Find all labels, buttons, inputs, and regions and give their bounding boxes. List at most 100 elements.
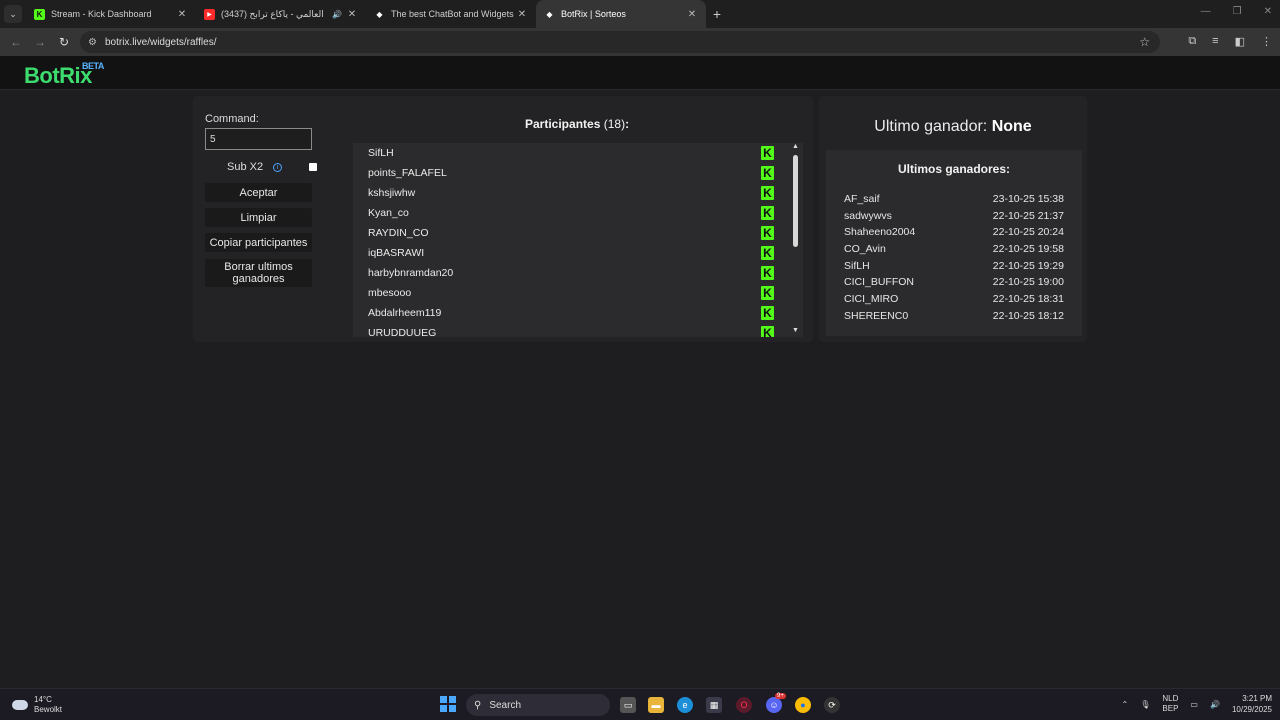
kick-icon: K	[761, 306, 774, 320]
volume-icon[interactable]: 🔊	[1210, 700, 1220, 709]
tab-botrix-home[interactable]: ◆ The best ChatBot and Widgets ✕	[366, 0, 536, 28]
url-bar[interactable]: ⚙ botrix.live/widgets/raffles/ ☆	[80, 31, 1160, 53]
last-winner: Ultimo ganador: None	[874, 118, 1032, 135]
botrix-icon: ◆	[376, 9, 383, 19]
winner-row: sadwywvs 22-10-25 21:37	[844, 210, 1064, 222]
recent-winners-box: Ultimos ganadores: AF_saif 23-10-25 15:38…	[826, 150, 1082, 336]
sub-x2-checkbox[interactable]	[309, 163, 317, 171]
close-tab-icon[interactable]: ✕	[346, 9, 358, 20]
kick-icon: K	[761, 286, 774, 300]
weather-widget[interactable]: 14°C Bewolkt	[12, 695, 62, 715]
participants-scrollbar[interactable]: ▲ ▼	[791, 143, 801, 337]
participants-title: Participantes (18):	[525, 117, 630, 131]
tab-kick-dashboard[interactable]: K Stream - Kick Dashboard ✕	[26, 0, 196, 28]
participants-list[interactable]: SifLH K points_FALAFEL K kshsjiwhw K Kyan_c…	[353, 143, 803, 337]
list-item: iqBASRAWI K	[353, 243, 803, 263]
winner-row: AF_saif 23-10-25 15:38	[844, 193, 1064, 205]
close-tab-icon[interactable]: ✕	[176, 9, 188, 20]
window-controls: — ❐ ✕	[1201, 6, 1272, 17]
raffle-panel: Command: Sub X2 i Aceptar Limpiar Copiar…	[193, 96, 813, 342]
discord-icon[interactable]: ☺	[766, 697, 782, 713]
kick-icon: K	[761, 146, 774, 160]
delete-winners-button[interactable]: Borrar ultimos ganadores	[205, 259, 312, 287]
kick-icon: K	[761, 326, 774, 337]
command-label: Command:	[205, 113, 259, 125]
winner-row: CO_Avin 22-10-25 19:58	[844, 243, 1064, 255]
edge-icon[interactable]: e	[677, 697, 693, 713]
list-item: Abdalrheem119 K	[353, 303, 803, 323]
taskbar-search[interactable]: ⚲ Search	[466, 694, 610, 716]
beta-badge: BETA	[82, 61, 104, 71]
browser-tabbar: ⌄ K Stream - Kick Dashboard ✕ ▶ العالمي …	[0, 0, 1280, 28]
list-item: SifLH K	[353, 143, 803, 163]
clock[interactable]: 3:21 PM 10/29/2025	[1232, 693, 1272, 715]
kick-icon: K	[761, 266, 774, 280]
back-icon[interactable]: ←	[4, 35, 28, 49]
command-input[interactable]	[205, 128, 312, 150]
browser-tools: ⧉ ≡ ◧ ⋮	[1188, 35, 1272, 48]
profile-icon[interactable]: ◧	[1235, 35, 1245, 48]
microphone-icon[interactable]: 🎙	[1140, 700, 1150, 709]
file-explorer-icon[interactable]: ▬	[648, 697, 664, 713]
winner-row: Shaheeno2004 22-10-25 20:24	[844, 226, 1064, 238]
task-view-icon[interactable]: ▭	[620, 697, 636, 713]
sub-x2-label: Sub X2	[227, 161, 264, 173]
tab-search-button[interactable]: ⌄	[4, 5, 22, 23]
youtube-icon: ▶	[204, 8, 215, 20]
kick-icon: K	[34, 8, 45, 20]
kick-icon: K	[761, 246, 774, 260]
network-icon[interactable]: ▭	[1190, 700, 1198, 709]
scroll-down-icon[interactable]: ▼	[792, 327, 799, 334]
close-tab-icon[interactable]: ✕	[516, 9, 528, 20]
tab-youtube[interactable]: ▶ العالمي - ياكاع ترابح (3437) 🔊 ✕	[196, 0, 366, 28]
scroll-thumb[interactable]	[793, 155, 798, 247]
list-item: Kyan_co K	[353, 203, 803, 223]
scroll-up-icon[interactable]: ▲	[792, 143, 799, 150]
forward-icon[interactable]: →	[28, 35, 52, 49]
chevron-up-icon[interactable]: ⌃	[1122, 700, 1129, 709]
list-item: points_FALAFEL K	[353, 163, 803, 183]
kick-icon: K	[761, 186, 774, 200]
list-item: harbybnramdan20 K	[353, 263, 803, 283]
botrix-icon: ◆	[546, 9, 553, 19]
speaker-icon[interactable]: 🔊	[332, 10, 342, 19]
reload-icon[interactable]: ↻	[52, 35, 76, 49]
extensions-icon[interactable]: ⧉	[1188, 35, 1196, 48]
list-item: mbesooo K	[353, 283, 803, 303]
list-item: URUDDUUEG K	[353, 323, 803, 337]
kick-icon: K	[761, 226, 774, 240]
menu-icon[interactable]: ⋮	[1261, 35, 1272, 48]
chrome-icon[interactable]: ●	[795, 697, 811, 713]
minimize-icon[interactable]: —	[1201, 6, 1211, 17]
kick-icon: K	[761, 206, 774, 220]
bookmark-star-icon[interactable]: ☆	[1139, 35, 1150, 49]
store-icon[interactable]: ▦	[706, 697, 722, 713]
address-toolbar: ← → ↻ ⚙ botrix.live/widgets/raffles/ ☆ ⧉…	[0, 28, 1280, 56]
winner-row: SHEREENC0 22-10-25 18:12	[844, 310, 1064, 322]
info-icon[interactable]: i	[273, 162, 283, 172]
sub-x2-row: Sub X2 i	[227, 161, 283, 173]
new-tab-button[interactable]: +	[706, 6, 728, 22]
close-tab-icon[interactable]: ✕	[686, 9, 698, 20]
recent-winners-title: Ultimos ganadores:	[897, 162, 1011, 176]
search-icon: ⚲	[474, 699, 482, 711]
last-winner-value: None	[991, 118, 1032, 135]
copy-participants-button[interactable]: Copiar participantes	[205, 233, 312, 252]
botrix-logo[interactable]: BotRix BETA	[24, 61, 104, 89]
start-button[interactable]	[440, 696, 456, 712]
media-control-icon[interactable]: ≡	[1212, 35, 1218, 48]
accept-button[interactable]: Aceptar	[205, 183, 312, 202]
clear-button[interactable]: Limpiar	[205, 208, 312, 227]
opera-icon[interactable]: O	[736, 697, 752, 713]
cloud-icon	[12, 700, 28, 710]
discord-badge: 9+	[775, 693, 786, 699]
winner-row: CICI_BUFFON 22-10-25 19:00	[844, 276, 1064, 288]
site-header: BotRix BETA	[0, 56, 1280, 90]
url-text: botrix.live/widgets/raffles/	[104, 36, 217, 48]
close-window-icon[interactable]: ✕	[1264, 6, 1272, 17]
maximize-icon[interactable]: ❐	[1233, 6, 1242, 17]
tab-botrix-sorteos[interactable]: ◆ BotRix | Sorteos ✕	[536, 0, 706, 28]
language-indicator[interactable]: NLD BEP	[1162, 694, 1178, 714]
app-icon[interactable]: ⟳	[824, 697, 840, 713]
site-info-icon[interactable]: ⚙	[88, 37, 97, 48]
